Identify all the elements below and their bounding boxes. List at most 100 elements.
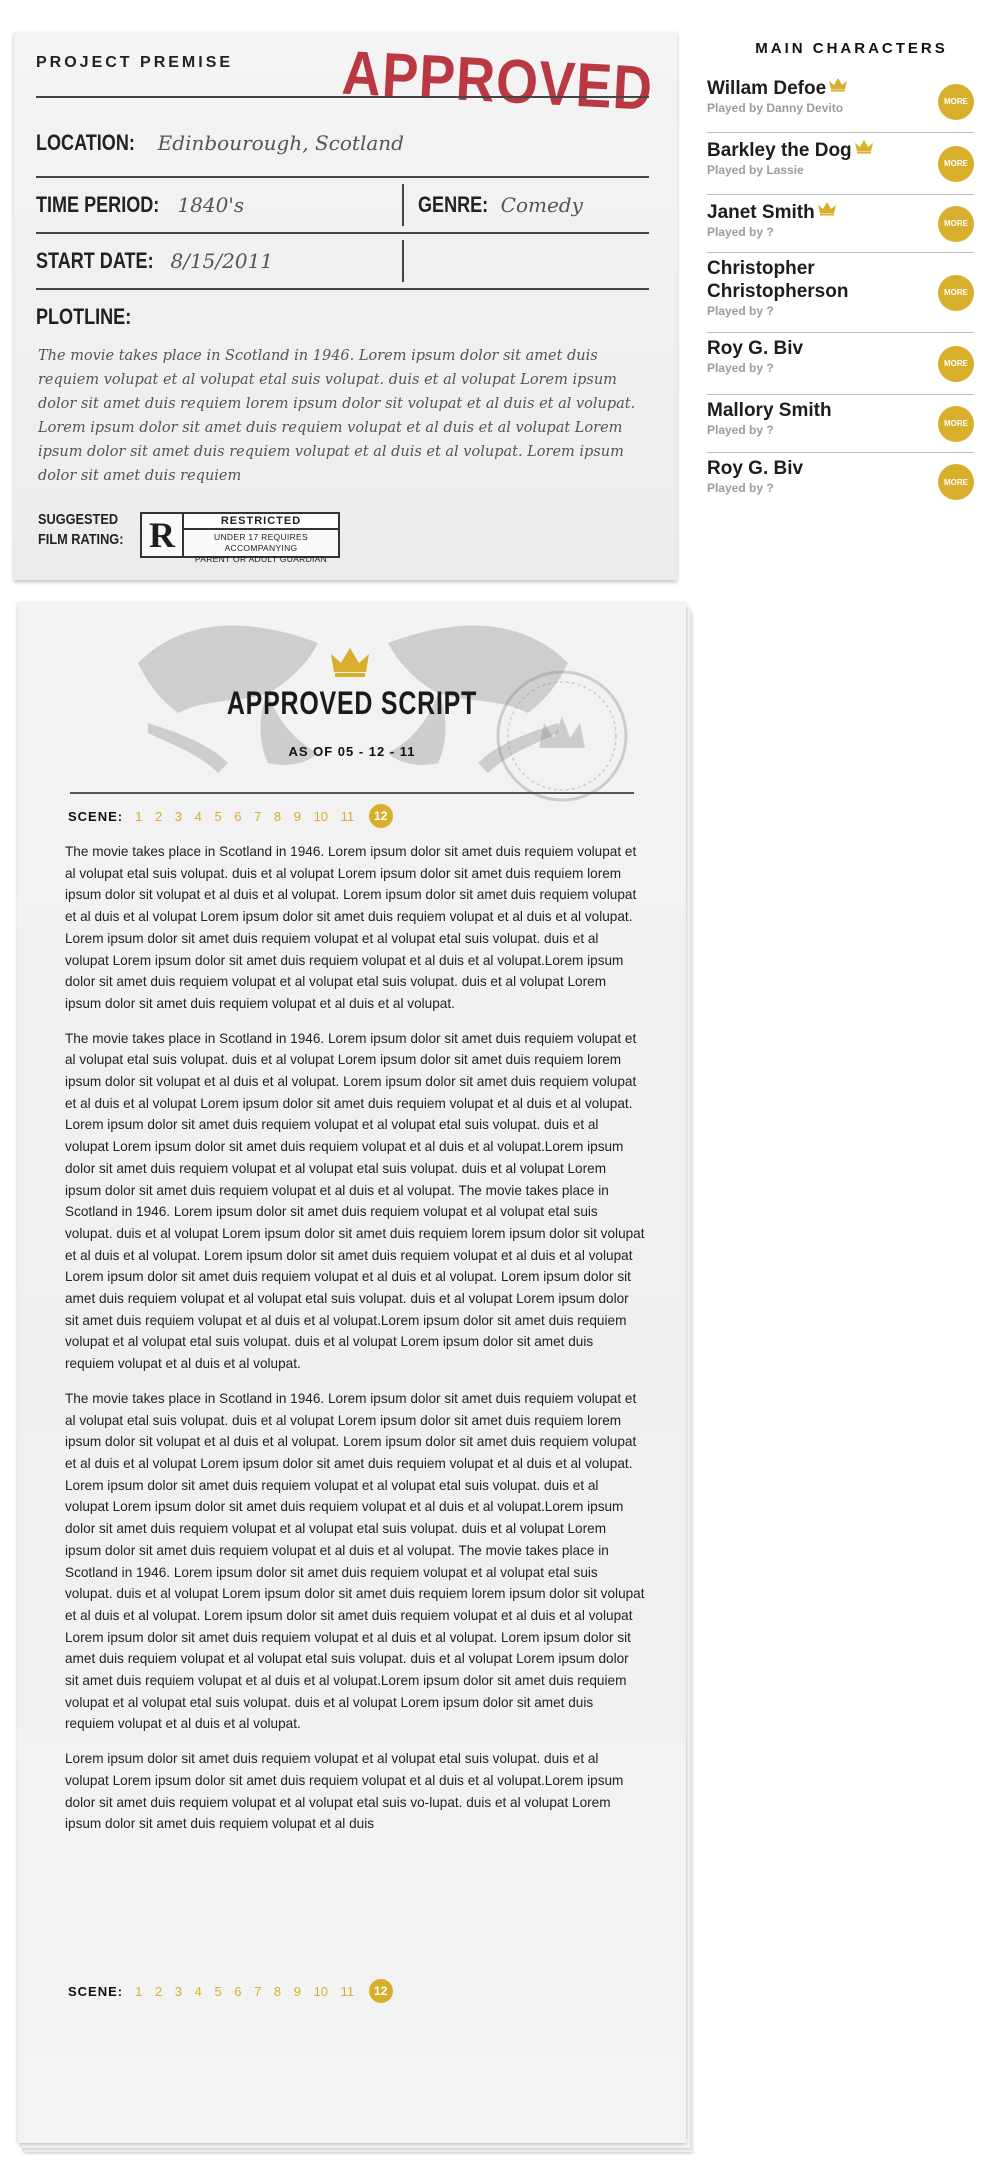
header-rule [36,96,649,98]
scene-link-7[interactable]: 7 [254,1984,261,1999]
scene-link-8[interactable]: 8 [274,809,281,824]
more-button[interactable]: MORE [938,274,974,311]
character-name: Roy G. Biv [707,338,804,359]
character-name: Christopher Christopherson [707,258,849,302]
character-actor: Played by ? [707,423,774,437]
character-item: Janet Smith Played by ? MORE [707,195,974,253]
scene-link-9[interactable]: 9 [294,1984,301,1999]
script-header-rule [70,792,634,794]
rating-label: SUGGESTED FILM RATING: [38,510,123,550]
more-button[interactable]: MORE [938,464,974,500]
scene-link-2[interactable]: 2 [155,1984,162,1999]
location-row: LOCATION: Edinbourough, Scotland [36,102,649,178]
start-date-label: START DATE: [36,248,154,273]
scene-nav-top: SCENE: 1 2 3 4 5 6 7 8 9 10 11 12 [68,803,405,829]
rating-details: RESTRICTED UNDER 17 REQUIRES ACCOMPANYIN… [184,514,338,564]
character-actor: Played by Lassie [707,163,804,177]
character-name: Janet Smith [707,199,907,224]
time-genre-divider [402,184,404,226]
character-item: Willam Defoe Played by Danny Devito MORE [707,71,974,133]
character-item: Christopher Christopherson Played by ? MOR… [707,253,974,333]
crown-icon [854,137,873,154]
scene-link-5[interactable]: 5 [214,809,221,824]
scene-link-5[interactable]: 5 [214,1984,221,1999]
script-paragraph: The movie takes place in Scotland in 194… [65,1390,645,1732]
rating-title: RESTRICTED [184,514,338,530]
scene-link-9[interactable]: 9 [294,809,301,824]
script-as-of-date: AS OF 05 - 12 - 11 [288,744,416,759]
scene-items-top: 1 2 3 4 5 6 7 8 9 10 11 12 [135,804,405,828]
character-actor: Played by ? [707,481,774,495]
scene-link-1[interactable]: 1 [135,809,142,824]
scene-link-10[interactable]: 10 [314,809,328,824]
scene-link-2[interactable]: 2 [155,809,162,824]
main-characters-title: MAIN CHARACTERS [755,40,948,57]
plotline-text: The movie takes place in Scotland in 194… [38,348,636,484]
genre-label: GENRE: [418,192,489,217]
approved-script-card: APPROVED SCRIPT AS OF 05 - 12 - 11 SCENE… [18,603,686,2143]
character-actor: Played by ? [707,225,774,239]
start-date-divider [402,240,404,282]
character-name: Roy G. Biv [707,458,804,479]
character-item: Barkley the Dog Played by Lassie MORE [707,133,974,195]
scene-link-3[interactable]: 3 [175,1984,182,1999]
crown-icon [829,75,848,92]
script-paragraph: The movie takes place in Scotland in 194… [65,844,637,1011]
character-list: Willam Defoe Played by Danny Devito MORE Ba… [707,71,974,511]
scene-link-7[interactable]: 7 [254,809,261,824]
character-name: Willam Defoe [707,75,907,100]
character-actor: Played by ? [707,304,774,318]
character-actor: Played by ? [707,361,774,375]
character-item: Roy G. Biv Played by ? MORE [707,333,974,395]
character-item: Mallory Smith Played by ? MORE [707,395,974,453]
scene-link-12[interactable]: 12 [368,804,393,828]
location-label: LOCATION: [36,130,135,155]
scene-link-11[interactable]: 11 [341,809,355,824]
genre-value: Comedy [500,193,583,217]
script-body: The movie takes place in Scotland in 194… [65,841,645,1848]
scene-label: SCENE: [68,1983,124,1999]
more-button[interactable]: MORE [938,145,974,182]
rating-label-line-2: FILM RATING: [38,531,124,548]
location-value: Edinbourough, Scotland [157,131,404,155]
main-characters-panel: MAIN CHARACTERS Willam Defoe Played by Da… [707,40,974,511]
rating-desc-1: UNDER 17 REQUIRES ACCOMPANYING [214,532,308,553]
plotline-heading: PLOTLINE: [36,304,152,330]
scene-link-12[interactable]: 12 [368,1979,393,2003]
rating-label-line-1: SUGGESTED [38,511,119,528]
more-button[interactable]: MORE [938,83,974,120]
scene-link-6[interactable]: 6 [234,1984,241,1999]
rating-desc-2: PARENT OR ADULT GUARDIAN [194,554,328,564]
more-button[interactable]: MORE [938,405,974,442]
more-button[interactable]: MORE [938,205,974,242]
scene-nav-bottom: SCENE: 1 2 3 4 5 6 7 8 9 10 11 12 [68,1978,405,2004]
script-paragraph: The movie takes place in Scotland in 194… [65,1030,645,1372]
scene-items-bottom: 1 2 3 4 5 6 7 8 9 10 11 12 [135,1979,405,2003]
script-paragraph: Lorem ipsum dolor sit amet duis requiem … [65,1751,624,1832]
scene-link-4[interactable]: 4 [195,1984,202,1999]
scene-link-8[interactable]: 8 [274,1984,281,1999]
scene-label: SCENE: [68,808,124,824]
start-date-row: START DATE: 8/15/2011 [36,234,649,290]
start-date-value: 8/15/2011 [170,249,274,273]
scene-link-1[interactable]: 1 [135,1984,142,1999]
crown-icon [817,199,836,216]
project-premise-card: PROJECT PREMISE APPROVED LOCATION: Edinb… [14,32,677,580]
scene-link-10[interactable]: 10 [314,1984,328,1999]
scene-link-4[interactable]: 4 [195,809,202,824]
character-actor: Played by Danny Devito [707,101,844,115]
time-period-value: 1840's [177,193,245,217]
scene-link-11[interactable]: 11 [341,1984,355,1999]
scene-link-6[interactable]: 6 [234,809,241,824]
character-item: Roy G. Biv Played by ? MORE [707,453,974,511]
time-genre-row: TIME PERIOD: 1840's GENRE: Comedy [36,178,649,234]
time-period-label: TIME PERIOD: [36,192,160,217]
more-button[interactable]: MORE [938,345,974,382]
character-name: Mallory Smith [707,400,832,421]
film-rating-badge: R RESTRICTED UNDER 17 REQUIRES ACCOMPANY… [140,512,340,564]
plotline-label: PLOTLINE: [36,304,132,329]
scene-link-3[interactable]: 3 [175,809,182,824]
rating-letter: R [142,514,184,556]
script-title: APPROVED SCRIPT [226,685,478,721]
character-name: Barkley the Dog [707,137,907,162]
